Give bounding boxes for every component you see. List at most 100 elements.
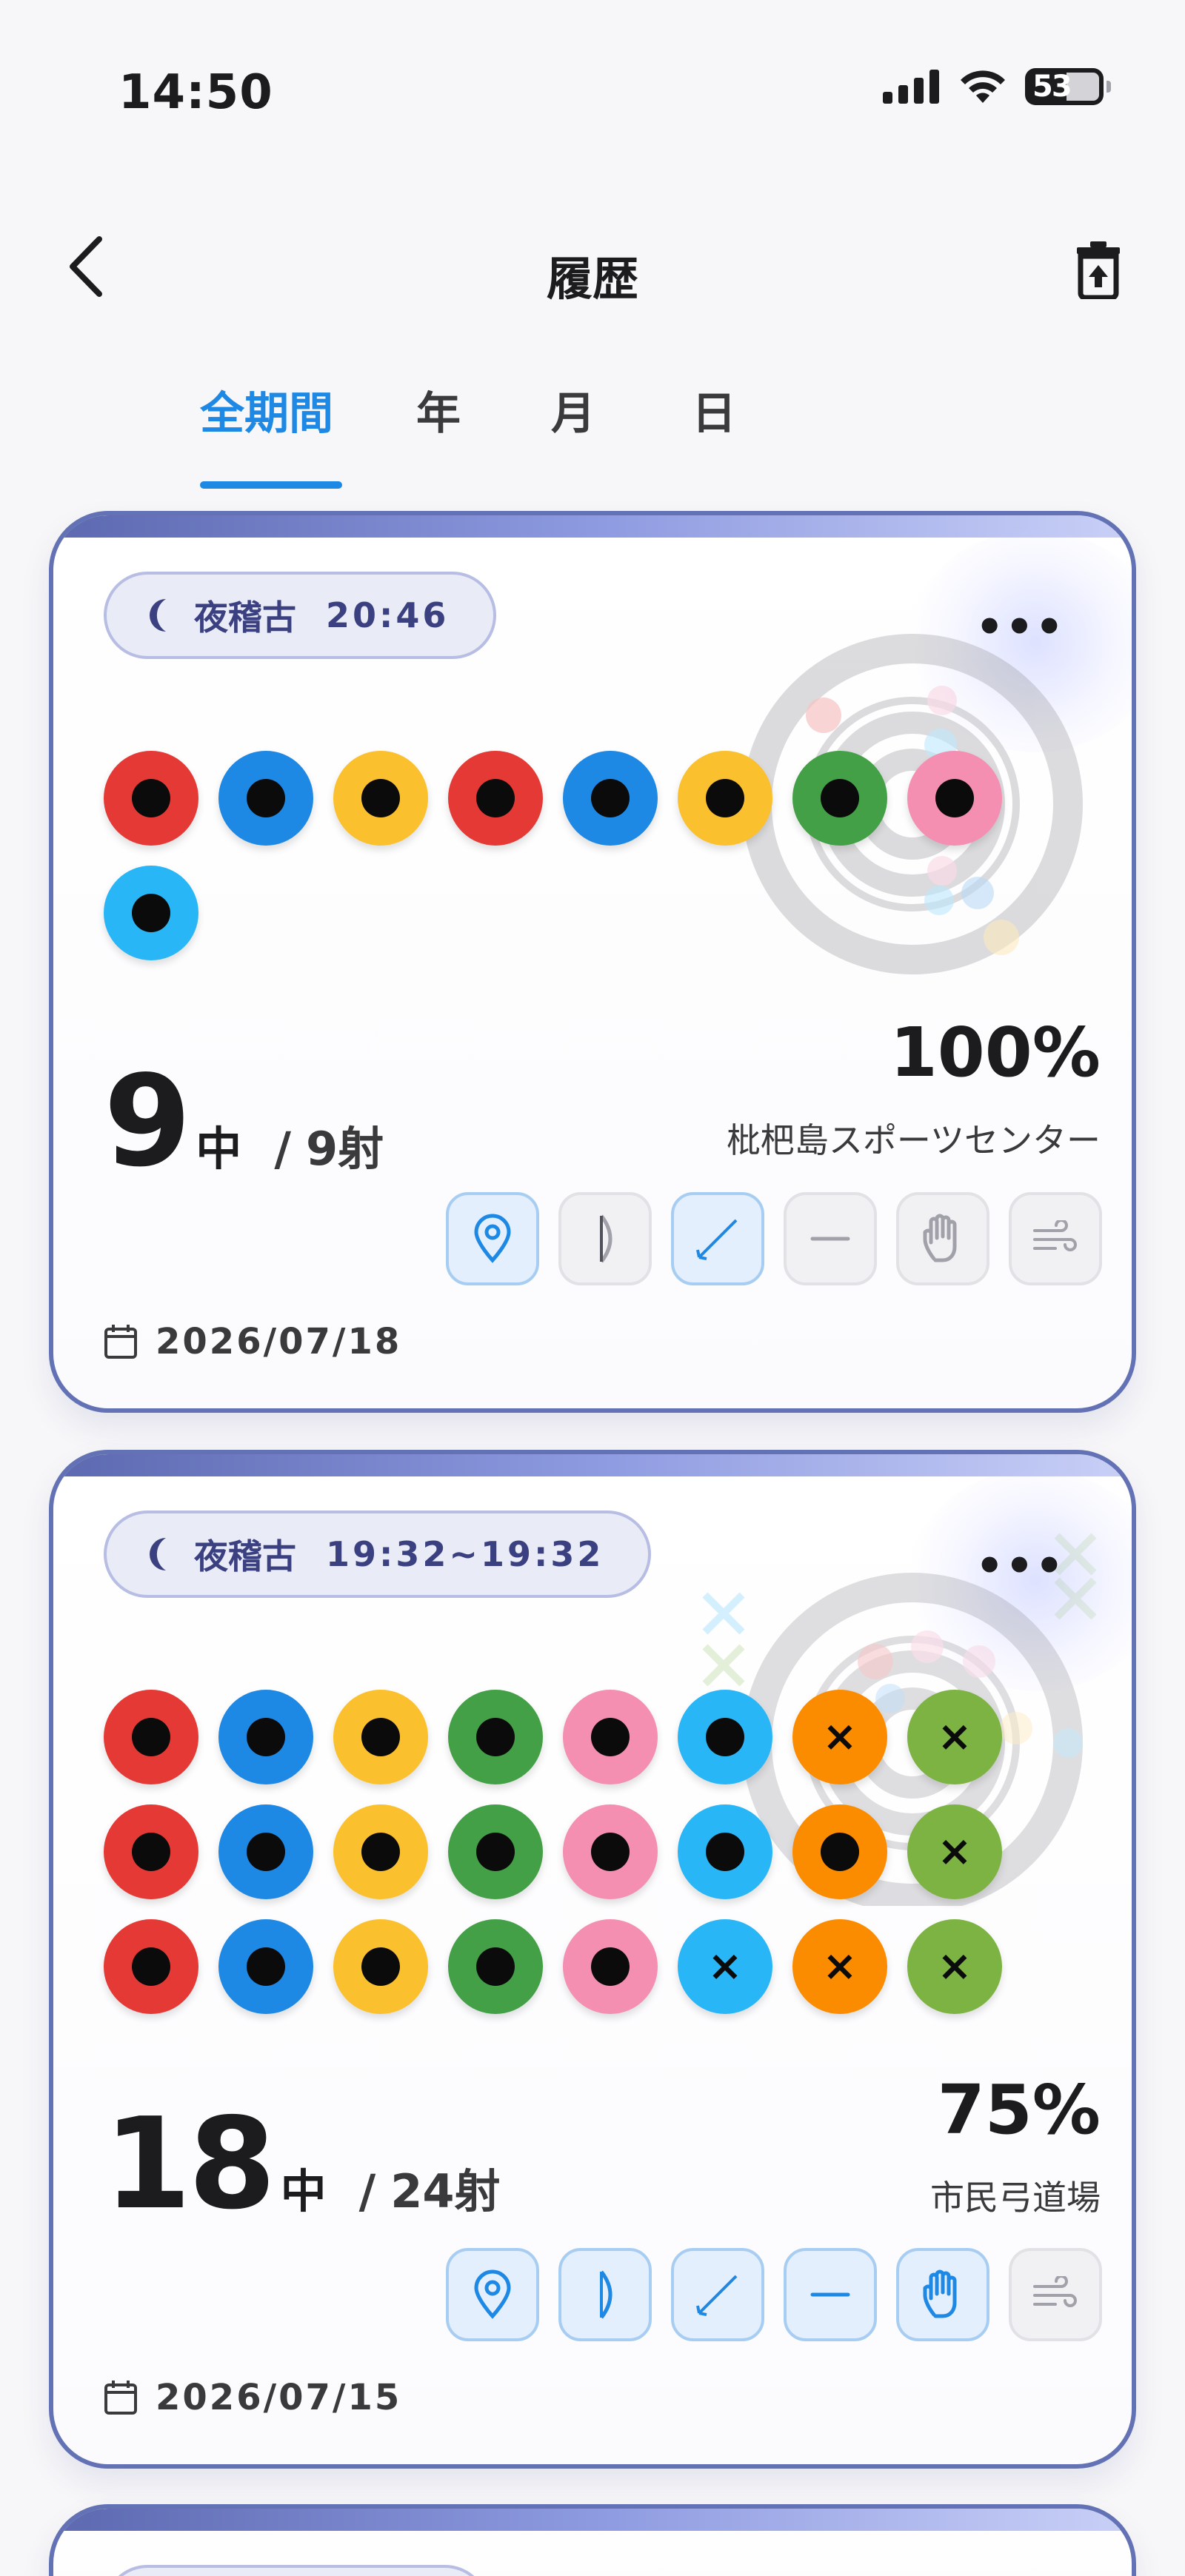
shot-hit-marker [104, 1919, 198, 2014]
hit-dot-icon [247, 1833, 285, 1871]
session-label: 夜稽古 [194, 1536, 296, 1576]
hit-percentage: 75% [937, 2070, 1101, 2150]
arrow-icon [693, 1214, 742, 1263]
session-tag: 夜稽古 20:46 [104, 572, 497, 659]
miss-x-icon: × [707, 1942, 743, 1990]
shots-total: 24射 [390, 2164, 501, 2218]
hit-dot-icon [935, 779, 974, 817]
status-time: 14:50 [118, 65, 273, 120]
miss-x-icon: × [937, 1827, 972, 1876]
hit-percentage: 100% [889, 1013, 1101, 1092]
hits-unit: 中 [196, 1122, 242, 1176]
hit-dot-icon [821, 779, 859, 817]
hit-dot-icon [591, 779, 630, 817]
calendar-icon [104, 1325, 137, 1359]
shots-total: 9射 [305, 1122, 384, 1176]
shot-hit-marker [678, 751, 772, 846]
shot-miss-marker: × [907, 1804, 1002, 1899]
string-setting-button[interactable] [784, 1192, 877, 1285]
hit-dot-icon [247, 1947, 285, 1986]
location-pin-setting-button[interactable] [446, 1192, 539, 1285]
location-pin-setting-button[interactable] [446, 2248, 539, 2341]
moon-icon [150, 599, 166, 632]
hit-dot-icon [591, 1718, 630, 1756]
location-pin-icon [470, 2269, 515, 2321]
hit-dot-icon [706, 1833, 744, 1871]
hits-summary: 9 中 / 9射 [104, 1048, 384, 1195]
tab-day[interactable]: 日 [692, 378, 758, 489]
arrow-setting-button[interactable] [671, 1192, 764, 1285]
wind-setting-button[interactable] [1009, 2248, 1102, 2341]
hit-dot-icon [361, 1718, 400, 1756]
equipment-settings [446, 2248, 1102, 2341]
shot-hit-marker [333, 1804, 428, 1899]
hit-dot-icon [476, 779, 515, 817]
history-card[interactable]: 夜稽古 20:46 ••• 9 中 / 9射 100% 枇杷島スポーツセンター 202… [49, 511, 1136, 1413]
hit-dot-icon [247, 779, 285, 817]
hit-dot-icon [476, 1833, 515, 1871]
hits-count: 18 [104, 2091, 276, 2238]
history-card[interactable] [49, 2504, 1136, 2576]
session-time: 19:32~19:32 [326, 1534, 604, 1574]
shot-hit-marker [333, 1919, 428, 2014]
shot-hit-marker [333, 1690, 428, 1784]
delete-history-button[interactable] [1065, 232, 1132, 307]
hit-dot-icon [706, 1718, 744, 1756]
bow-icon [587, 1213, 624, 1265]
glove-icon [921, 2269, 965, 2321]
history-card[interactable]: 夜稽古 19:32~19:32 ••• × × × × × × 18 中 / 24射 75% 市… [49, 1450, 1136, 2469]
page-title: 履歴 [546, 252, 638, 306]
hits-summary: 18 中 / 24射 [104, 2091, 501, 2238]
hit-dot-icon [132, 1718, 170, 1756]
hit-dot-icon [132, 894, 170, 932]
glove-setting-button[interactable] [896, 2248, 989, 2341]
shot-hit-marker [218, 1804, 313, 1899]
shot-hit-marker [218, 1919, 313, 2014]
shot-hit-marker [563, 751, 658, 846]
shot-miss-marker: × [907, 1690, 1002, 1784]
venue-name: 市民弓道場 [930, 2178, 1101, 2218]
more-options-button[interactable]: ••• [975, 601, 1065, 653]
venue-name: 枇杷島スポーツセンター [726, 1120, 1101, 1160]
shot-miss-marker: × [792, 1919, 887, 2014]
shot-hit-marker [792, 751, 887, 846]
session-label: 夜稽古 [194, 598, 296, 638]
period-tabs: 全期間 年 月 日 [200, 378, 758, 489]
wind-setting-button[interactable] [1009, 1192, 1102, 1285]
cellular-signal-icon [883, 70, 939, 104]
hit-dot-icon [132, 1947, 170, 1986]
more-options-button[interactable]: ••• [975, 1540, 1065, 1592]
hit-dot-icon [132, 779, 170, 817]
arrow-setting-button[interactable] [671, 2248, 764, 2341]
glove-setting-button[interactable] [896, 1192, 989, 1285]
shot-hit-marker [333, 751, 428, 846]
tab-year[interactable]: 年 [416, 378, 483, 489]
hits-separator: / [358, 2164, 376, 2218]
shot-grid: × × × × × × [104, 1690, 1002, 2014]
tab-month[interactable]: 月 [551, 378, 618, 489]
status-icons: 53 [883, 68, 1111, 105]
arrow-icon [693, 2270, 742, 2319]
battery-indicator: 53 [1025, 68, 1111, 105]
record-date: 2026/07/18 [104, 1321, 401, 1362]
tab-all-period[interactable]: 全期間 [200, 378, 342, 489]
calendar-icon [104, 2381, 137, 2415]
hit-dot-icon [247, 1718, 285, 1756]
shot-hit-marker [563, 1690, 658, 1784]
shot-hit-marker [448, 1919, 543, 2014]
string-setting-button[interactable] [784, 2248, 877, 2341]
hits-count: 9 [104, 1048, 191, 1195]
shot-hit-marker [104, 751, 198, 846]
session-time: 20:46 [326, 595, 450, 635]
shot-hit-marker [563, 1919, 658, 2014]
shot-hit-marker [104, 866, 198, 960]
shot-hit-marker [104, 1690, 198, 1784]
hit-dot-icon [476, 1947, 515, 1986]
shot-hit-marker [448, 1690, 543, 1784]
bow-setting-button[interactable] [558, 2248, 652, 2341]
hit-dot-icon [132, 1833, 170, 1871]
shot-hit-marker [678, 1690, 772, 1784]
bow-setting-button[interactable] [558, 1192, 652, 1285]
session-tag: 夜稽古 19:32~19:32 [104, 1511, 652, 1598]
shot-hit-marker [104, 1804, 198, 1899]
